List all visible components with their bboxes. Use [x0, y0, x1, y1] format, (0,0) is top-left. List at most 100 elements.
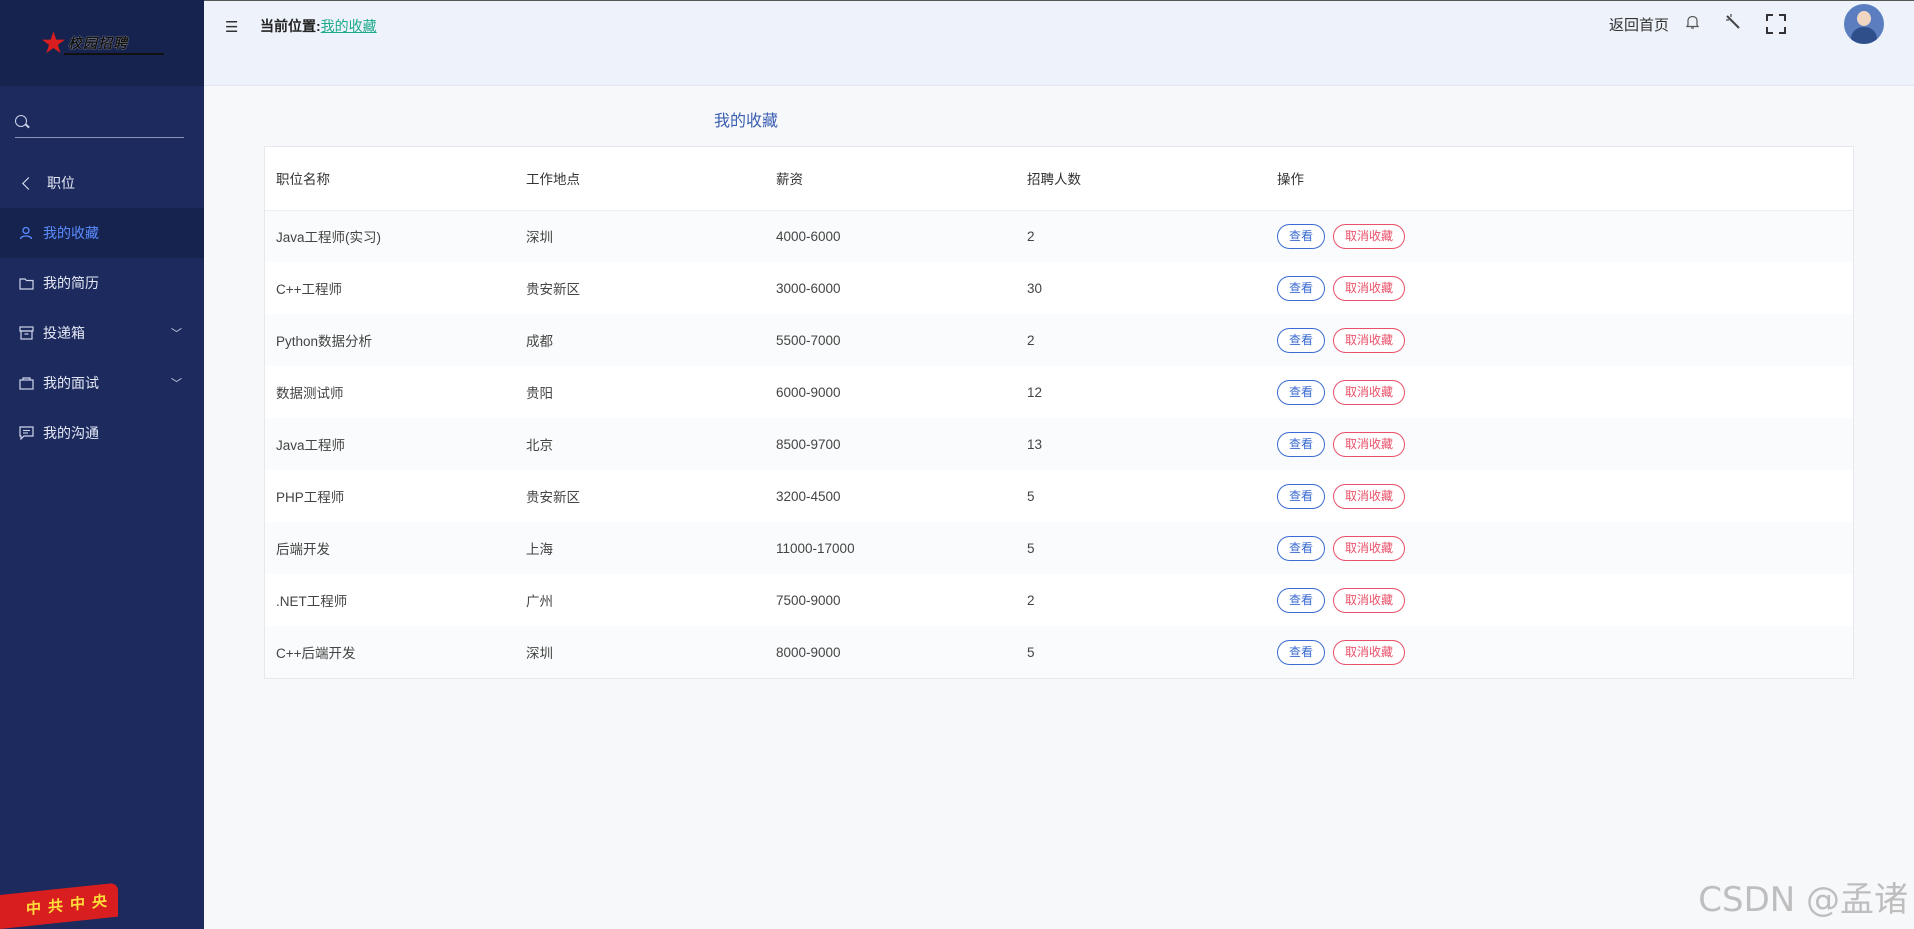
view-button[interactable]: 查看: [1277, 431, 1326, 457]
cell-job-name: Python数据分析: [276, 334, 373, 349]
view-button[interactable]: 查看: [1277, 379, 1326, 405]
cell-location: 贵安新区: [526, 282, 580, 297]
view-button[interactable]: 查看: [1277, 275, 1326, 301]
bell-icon[interactable]: [1685, 14, 1700, 35]
sidebar-back-label: 职位: [47, 175, 75, 191]
cell-job-name: Java工程师(实习): [276, 230, 382, 246]
cell-actions: 查看 取消收藏: [1266, 574, 1853, 626]
cell-job-name: C++工程师: [276, 282, 343, 297]
cell-salary: 11000-17000: [776, 540, 855, 556]
cell-count: 5: [1027, 488, 1035, 504]
cell-job-name: 后端开发: [276, 542, 330, 557]
cell-location: 深圳: [526, 646, 553, 661]
cell-salary: 3000-6000: [776, 280, 841, 296]
cell-job-name: Java工程师: [276, 438, 346, 453]
view-button[interactable]: 查看: [1277, 327, 1326, 353]
sidebar-item-label: 投递箱: [43, 325, 85, 341]
breadcrumb-prefix: 当前位置:: [260, 18, 321, 34]
cell-salary: 8500-9700: [776, 436, 841, 452]
column-header-salary: 薪资: [765, 147, 1016, 211]
sidebar-search: [15, 106, 199, 138]
sidebar-item-favorites[interactable]: 我的收藏: [0, 208, 204, 258]
cell-location: 上海: [526, 542, 553, 557]
cell-actions: 查看 取消收藏: [1266, 626, 1853, 678]
cell-salary: 8000-9000: [776, 644, 841, 660]
magic-wand-icon[interactable]: [1724, 13, 1742, 36]
page-title: 我的收藏: [714, 113, 779, 130]
unfavorite-button[interactable]: 取消收藏: [1333, 275, 1406, 301]
unfavorite-button[interactable]: 取消收藏: [1333, 379, 1406, 405]
table-row: PHP工程师 贵安新区 3200-4500 5 查看 取消收藏: [265, 470, 1853, 522]
star-icon: ★: [40, 27, 67, 60]
view-button[interactable]: 查看: [1277, 587, 1326, 613]
flag-char: 共: [48, 897, 64, 916]
cell-actions: 查看 取消收藏: [1266, 314, 1853, 366]
sidebar-item-outbox[interactable]: 投递箱 ﹀: [0, 308, 204, 358]
table-row: Python数据分析 成都 5500-7000 2 查看 取消收藏: [265, 314, 1853, 366]
cell-job-name: .NET工程师: [276, 594, 348, 609]
sidebar-menu: 职位 我的收藏 我的简历 投递箱 ﹀ 我的面试 ﹀ 我的沟通: [0, 158, 204, 458]
header-actions: 返回首页: [1609, 1, 1914, 47]
cell-count: 5: [1027, 540, 1035, 556]
chevron-left-icon: [22, 176, 35, 190]
unfavorite-button[interactable]: 取消收藏: [1333, 431, 1406, 457]
unfavorite-button[interactable]: 取消收藏: [1333, 535, 1406, 561]
unfavorite-button[interactable]: 取消收藏: [1333, 587, 1406, 613]
sidebar-item-label: 我的面试: [43, 375, 99, 391]
table-row: Java工程师(实习) 深圳 4000-6000 2 查看 取消收藏: [265, 210, 1853, 262]
table-row: .NET工程师 广州 7500-9000 2 查看 取消收藏: [265, 574, 1853, 626]
column-header-count: 招聘人数: [1016, 147, 1266, 211]
logo-mark: ★ 校园招聘: [38, 23, 164, 63]
breadcrumb-current-link[interactable]: 我的收藏: [321, 18, 377, 34]
cell-salary: 5500-7000: [776, 332, 841, 348]
sidebar-back-positions[interactable]: 职位: [0, 158, 204, 208]
view-button[interactable]: 查看: [1277, 639, 1326, 665]
logo-underline: [64, 53, 164, 55]
home-link[interactable]: 返回首页: [1609, 14, 1669, 35]
cell-count: 2: [1027, 592, 1035, 608]
view-button[interactable]: 查看: [1277, 535, 1326, 561]
favorites-table: 职位名称 工作地点 薪资 招聘人数 操作 Java工程师(实习) 深圳 4000…: [264, 146, 1854, 679]
column-header-actions: 操作: [1266, 147, 1853, 211]
logo[interactable]: ★ 校园招聘: [0, 0, 204, 86]
flag-char: 中: [70, 895, 86, 914]
cell-location: 北京: [526, 438, 553, 453]
view-button[interactable]: 查看: [1277, 223, 1326, 249]
view-button[interactable]: 查看: [1277, 483, 1326, 509]
unfavorite-button[interactable]: 取消收藏: [1333, 639, 1406, 665]
cell-location: 广州: [526, 594, 553, 609]
cell-salary: 6000-9000: [776, 384, 841, 400]
unfavorite-button[interactable]: 取消收藏: [1333, 327, 1406, 353]
folder-icon: [18, 275, 34, 291]
cell-job-name: C++后端开发: [276, 646, 356, 661]
avatar[interactable]: [1844, 4, 1884, 44]
unfavorite-button[interactable]: 取消收藏: [1333, 483, 1406, 509]
cell-job-name: 数据测试师: [276, 386, 344, 401]
chevron-down-icon: ﹀: [171, 328, 182, 340]
sidebar-item-interviews[interactable]: 我的面试 ﹀: [0, 358, 204, 408]
sidebar-item-label: 我的简历: [43, 275, 99, 291]
cell-count: 5: [1027, 644, 1035, 660]
cell-count: 12: [1027, 384, 1043, 400]
sidebar-search-input[interactable]: [15, 114, 199, 129]
user-icon: [18, 225, 34, 241]
cell-count: 30: [1027, 280, 1043, 296]
unfavorite-button[interactable]: 取消收藏: [1333, 223, 1406, 249]
menu-toggle-icon[interactable]: ☰: [225, 18, 238, 36]
cell-job-name: PHP工程师: [276, 490, 345, 505]
cell-salary: 3200-4500: [776, 488, 841, 504]
sidebar-item-chat[interactable]: 我的沟通: [0, 408, 204, 458]
sidebar-item-resume[interactable]: 我的简历: [0, 258, 204, 308]
table-row: C++工程师 贵安新区 3000-6000 30 查看 取消收藏: [265, 262, 1853, 314]
table-row: Java工程师 北京 8500-9700 13 查看 取消收藏: [265, 418, 1853, 470]
cell-count: 13: [1027, 436, 1043, 452]
avatar-head: [1857, 11, 1871, 26]
chat-icon: [18, 425, 34, 441]
cell-actions: 查看 取消收藏: [1266, 522, 1853, 574]
cell-location: 贵安新区: [526, 490, 580, 505]
fullscreen-icon[interactable]: [1766, 14, 1786, 34]
cell-count: 2: [1027, 228, 1035, 244]
cell-count: 2: [1027, 332, 1035, 348]
briefcase-icon: [18, 375, 34, 391]
table-row: C++后端开发 深圳 8000-9000 5 查看 取消收藏: [265, 626, 1853, 678]
